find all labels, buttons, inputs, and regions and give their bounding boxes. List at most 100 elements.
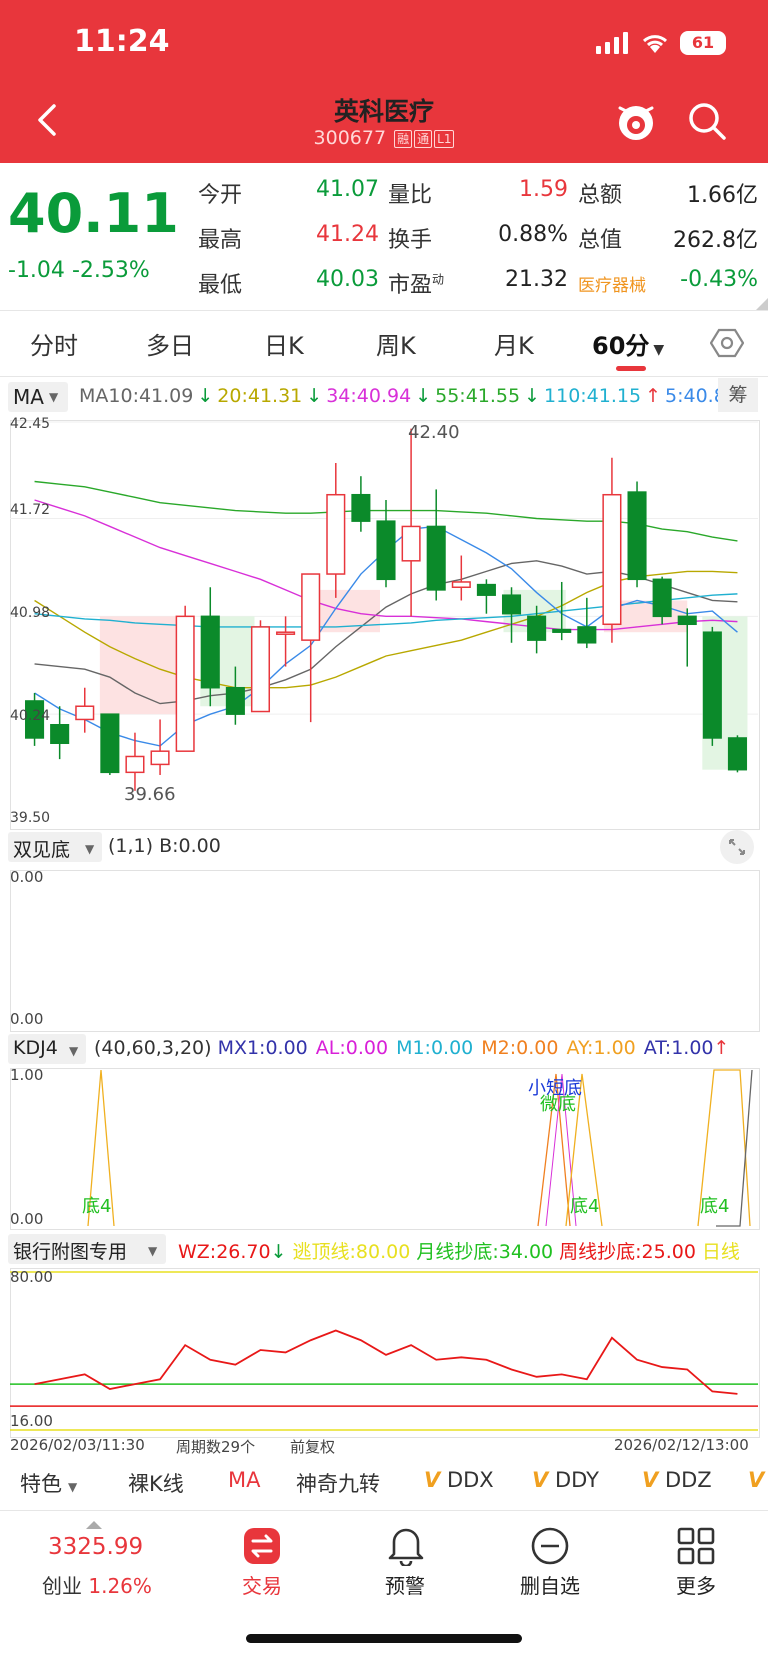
tab-naked-k[interactable]: 裸K线 <box>128 1468 184 1498</box>
panel4-y-top: 80.00 <box>10 1268 53 1286</box>
value-amount: 1.66亿 <box>687 183 758 208</box>
value-pe: 21.32 <box>505 267 568 292</box>
index-name: 创业 <box>42 1574 82 1598</box>
value-volume-ratio: 1.59 <box>519 177 568 202</box>
candle-body <box>175 615 195 752</box>
tab-intraday[interactable]: 分时 <box>30 326 78 361</box>
candle-body <box>150 750 170 766</box>
panel2-frame <box>10 870 760 1032</box>
change-percent: -2.53% <box>71 258 150 283</box>
value-low: 40.03 <box>316 267 379 292</box>
index-info[interactable]: 创业 1.26% <box>42 1570 152 1599</box>
remove-favorite-icon[interactable] <box>530 1526 570 1566</box>
value-industry-change: -0.43% <box>680 267 758 292</box>
tab-ddz-label: DDZ <box>664 1468 712 1492</box>
wz-chart <box>10 1271 758 1431</box>
tab-60min[interactable]: 60分 ▼ <box>592 326 664 361</box>
tab-special[interactable]: 特色 ▼ <box>20 1468 77 1498</box>
ma-trend-arrow: ↓ <box>524 385 541 407</box>
candle-body <box>200 615 220 689</box>
kdj-params: (40,60,3,20) <box>94 1037 212 1059</box>
wz-legend-item: WZ:26.70 <box>178 1241 271 1263</box>
more-tabs-partial[interactable]: V <box>748 1468 764 1492</box>
candle-body <box>677 615 697 626</box>
wz-legend-item: 日线 <box>701 1241 740 1263</box>
chip-distribution-button[interactable]: 筹 <box>718 378 758 412</box>
tab-ddz[interactable]: V DDZ <box>642 1468 712 1492</box>
signal-icon <box>596 32 628 54</box>
ma-legend-item: 110:41.15 <box>544 385 642 407</box>
nav-trade[interactable]: 交易 <box>212 1570 312 1599</box>
tab-monthly-k[interactable]: 月K <box>494 326 534 361</box>
value-open: 41.07 <box>316 177 379 202</box>
kdj-legend-item: M1:0.00 <box>396 1037 474 1059</box>
price-adjust[interactable]: 前复权 <box>290 1436 335 1457</box>
y-axis-label-3: 40.98 <box>10 605 51 621</box>
expand-button[interactable] <box>720 830 754 864</box>
candle-body <box>276 631 296 635</box>
tab-weekly-k[interactable]: 周K <box>376 326 416 361</box>
x-axis-start: 2026/02/03/11:30 <box>10 1436 145 1454</box>
candle-body <box>326 493 346 575</box>
label-market-cap: 总值 <box>578 228 623 253</box>
divider <box>0 376 768 377</box>
status-icons: 61 <box>596 28 726 58</box>
nav-remove-watchlist[interactable]: 删自选 <box>500 1570 600 1599</box>
candle-body <box>527 615 547 641</box>
tab-60min-label: 60分 <box>592 332 650 360</box>
trade-icon[interactable] <box>242 1526 282 1566</box>
candle-body <box>652 578 672 618</box>
tab-ddy[interactable]: V DDY <box>532 1468 599 1492</box>
panel3-y-bottom: 0.00 <box>10 1210 44 1228</box>
y-axis-label-4: 40.24 <box>10 708 51 724</box>
active-tab-indicator <box>616 366 646 371</box>
price-change: -1.04 -2.53% <box>8 258 150 283</box>
kline-chart[interactable] <box>10 420 758 828</box>
kdj-legend-item: AY:1.00 <box>566 1037 636 1059</box>
grid-menu-icon[interactable] <box>676 1526 716 1566</box>
bell-icon[interactable] <box>386 1524 426 1566</box>
marker-di4-3: 底4 <box>700 1196 730 1217</box>
label-high: 最高 <box>198 228 243 253</box>
value-high: 41.24 <box>316 222 379 247</box>
candle-body <box>451 581 471 589</box>
candle-body <box>301 573 321 641</box>
kdj-legend-item: AT:1.00 <box>643 1037 714 1059</box>
settings-icon[interactable] <box>710 326 744 360</box>
candle-body <box>225 686 245 715</box>
high-annotation: 42.40 <box>408 422 460 443</box>
index-value[interactable]: 3325.99 <box>48 1534 143 1560</box>
panel3-y-top: 1.00 <box>10 1066 44 1084</box>
tab-ma[interactable]: MA <box>228 1468 260 1492</box>
status-time: 11:24 <box>74 24 170 59</box>
mascot-icon[interactable] <box>614 98 658 144</box>
tab-daily-k[interactable]: 日K <box>264 326 304 361</box>
industry-link[interactable]: 医疗器械 <box>578 271 646 296</box>
chevron-down-icon: ▼ <box>49 390 59 404</box>
tab-multi-day[interactable]: 多日 <box>146 326 194 361</box>
pe-sup: 动 <box>432 272 445 287</box>
wz-trend-arrow: ↓ <box>270 1241 287 1263</box>
current-price: 40.11 <box>8 182 179 245</box>
panel2-y-bottom: 0.00 <box>10 1010 44 1028</box>
search-icon[interactable] <box>686 100 728 142</box>
label-volume-ratio: 量比 <box>388 183 433 208</box>
tab-ddx[interactable]: V DDX <box>424 1468 494 1492</box>
candle-body <box>602 493 622 626</box>
wz-legend-item: 月线抄底:34.00 <box>416 1241 554 1263</box>
wz-legend-item: 逃顶线:80.00 <box>292 1241 411 1263</box>
indicator-params-2: (1,1) B:0.00 <box>108 835 221 857</box>
ma-legend-item: MA10:41.09 <box>79 385 194 407</box>
index-percent: 1.26% <box>88 1574 152 1598</box>
marker-di4-2: 底4 <box>570 1196 600 1217</box>
corner-fold-icon <box>756 298 768 310</box>
nav-alert[interactable]: 预警 <box>355 1570 455 1599</box>
pressure-zone <box>99 616 180 715</box>
period-count: 周期数29个 <box>176 1438 256 1456</box>
nav-more[interactable]: 更多 <box>646 1570 746 1599</box>
tab-magic-nine[interactable]: 神奇九转 <box>296 1468 380 1498</box>
tag-rong: 融 <box>394 129 413 148</box>
tag-l1: L1 <box>434 129 455 148</box>
label-low: 最低 <box>198 273 243 298</box>
tag-tong: 通 <box>414 129 433 148</box>
